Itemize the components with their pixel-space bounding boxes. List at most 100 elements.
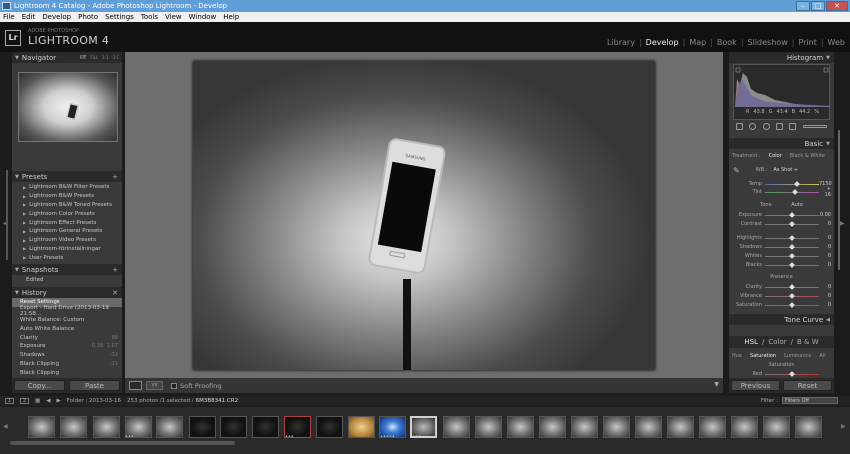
before-after-icon[interactable]: YY [146,381,163,390]
preset-folder[interactable]: ▶ Lightroom-förinställningar [12,245,122,254]
module-web[interactable]: Web [828,38,845,47]
slider-track[interactable] [765,283,819,290]
module-map[interactable]: Map [689,38,706,47]
slider-blacks[interactable]: Blacks 0 [729,261,834,269]
history-item[interactable]: Exposure -0.38 1.07 [12,342,122,351]
hsl-tab[interactable]: HSL [744,338,758,346]
tone-curve-header[interactable]: Tone Curve ◀ [729,314,834,325]
filmstrip-thumb[interactable] [348,416,375,438]
filmstrip-thumb[interactable] [795,416,822,438]
slider-knob[interactable] [789,220,795,227]
slider-knob[interactable] [792,188,798,195]
menu-view[interactable]: View [165,13,182,21]
adjustment-brush-icon[interactable] [802,124,827,128]
preset-folder[interactable]: ▶ Lightroom Effect Presets [12,218,122,227]
red-eye-icon[interactable] [776,122,784,130]
zoom-fill[interactable]: FILL [90,55,98,60]
slider-red[interactable]: Red [729,370,834,378]
preset-folder[interactable]: ▶ Lightroom B&W Toned Presets [12,201,122,210]
slider-value[interactable]: 0 [819,221,831,227]
highlight-clipping-icon[interactable] [823,67,829,73]
page-1-button[interactable]: 1 [5,398,14,404]
paste-button[interactable]: Paste [69,380,120,391]
filmstrip-left-icon[interactable]: ◀ [3,423,8,430]
minimize-button[interactable]: – [796,1,810,11]
menu-file[interactable]: File [3,13,15,21]
slider-track[interactable] [765,252,819,259]
slider-track[interactable] [765,301,819,308]
slider-saturation[interactable]: Saturation 0 [729,301,834,309]
slider-knob[interactable] [789,243,795,250]
history-header[interactable]: ▼ History ✕ [12,287,122,298]
shadow-clipping-icon[interactable] [735,67,741,73]
copy-button[interactable]: Copy... [14,380,65,391]
slider-track[interactable] [765,261,819,268]
slider-value[interactable]: 0 [819,244,831,250]
loupe-view[interactable]: SAMSUNG [125,52,723,378]
preset-folder[interactable]: ▶ Lightroom B&W Presets [12,192,122,201]
reset-button[interactable]: Reset [783,380,832,391]
filmstrip-thumb[interactable] [699,416,726,438]
folder-label[interactable]: Folder : 2013-03-16 [67,398,121,404]
slider-track[interactable] [765,292,819,299]
preset-folder[interactable]: ▶ Lightroom B&W Filter Presets [12,183,122,192]
left-scroll-indicator[interactable] [6,170,8,260]
history-item[interactable]: White Balance: Custom [12,316,122,325]
slider-knob[interactable] [789,252,795,259]
luminance-tab[interactable]: Luminance [784,353,811,359]
module-slideshow[interactable]: Slideshow [748,38,788,47]
menu-tools[interactable]: Tools [141,13,158,21]
maximize-button[interactable]: □ [811,1,825,11]
slider-value[interactable]: 0 [819,302,831,308]
bw-tab[interactable]: B & W [797,338,819,346]
spot-removal-icon[interactable] [762,122,770,130]
filmstrip-thumb[interactable] [316,416,343,438]
slider-track[interactable] [765,370,819,377]
filmstrip-thumb[interactable] [189,416,216,438]
history-item[interactable]: Export - Hard Drive (2013-03-19 21:58... [12,305,122,317]
zoom-3-1[interactable]: 3:1 [113,55,119,60]
histogram-header[interactable]: Histogram ▼ [729,52,834,63]
filmstrip-thumb[interactable] [156,416,183,438]
filter-dropdown[interactable]: Filters Off [782,397,838,404]
history-item[interactable]: Clarity 88 [12,333,122,342]
slider-vibrance[interactable]: Vibrance 0 [729,292,834,300]
snapshot-item[interactable]: Edited [12,276,122,285]
menu-edit[interactable]: Edit [22,13,36,21]
menu-help[interactable]: Help [223,13,239,21]
right-panel-toggle-icon[interactable]: ▶ [840,220,845,227]
color-tab[interactable]: Color [768,338,786,346]
history-item[interactable]: Auto White Balance [12,324,122,333]
module-library[interactable]: Library [607,38,635,47]
eyedropper-icon[interactable]: ✎ [733,166,740,175]
preset-folder[interactable]: ▶ Lightroom General Presets [12,227,122,236]
slider-contrast[interactable]: Contrast 0 [729,220,834,228]
slider-highlights[interactable]: Highlights 0 [729,234,834,242]
history-item[interactable]: Black Clipping [12,368,122,377]
slider-tint[interactable]: Tint + 16 [729,186,834,198]
filmstrip-thumb[interactable] [539,416,566,438]
hue-tab[interactable]: Hue [732,353,742,359]
selected-filename[interactable]: 6M3B8341.CR2 [196,398,238,404]
filmstrip-thumb[interactable] [220,416,247,438]
hsl-header[interactable]: HSL / Color / B & W [729,336,834,348]
menu-develop[interactable]: Develop [42,13,71,21]
slider-track[interactable] [765,180,819,187]
filmstrip-right-icon[interactable]: ▶ [841,423,846,430]
slider-value[interactable]: 0 [819,293,831,299]
module-develop[interactable]: Develop [646,38,679,47]
slider-value[interactable]: 0 [819,235,831,241]
right-scroll-indicator[interactable] [838,130,840,270]
auto-tone-button[interactable]: Auto [791,202,803,208]
slider-knob[interactable] [789,261,795,268]
slider-value[interactable]: 0 [819,284,831,290]
treatment-color[interactable]: Color [769,153,782,159]
preset-folder[interactable]: ▶ Lightroom Video Presets [12,236,122,245]
slider-value[interactable]: 0 [819,253,831,259]
slider-whites[interactable]: Whites 0 [729,252,834,260]
treatment-bw[interactable]: Black & White [790,153,825,159]
slider-track[interactable] [765,188,819,195]
slider-knob[interactable] [789,292,795,299]
zoom-1-1[interactable]: 1:1 [102,55,108,60]
grid-view-icon[interactable]: ▦ [35,398,40,404]
